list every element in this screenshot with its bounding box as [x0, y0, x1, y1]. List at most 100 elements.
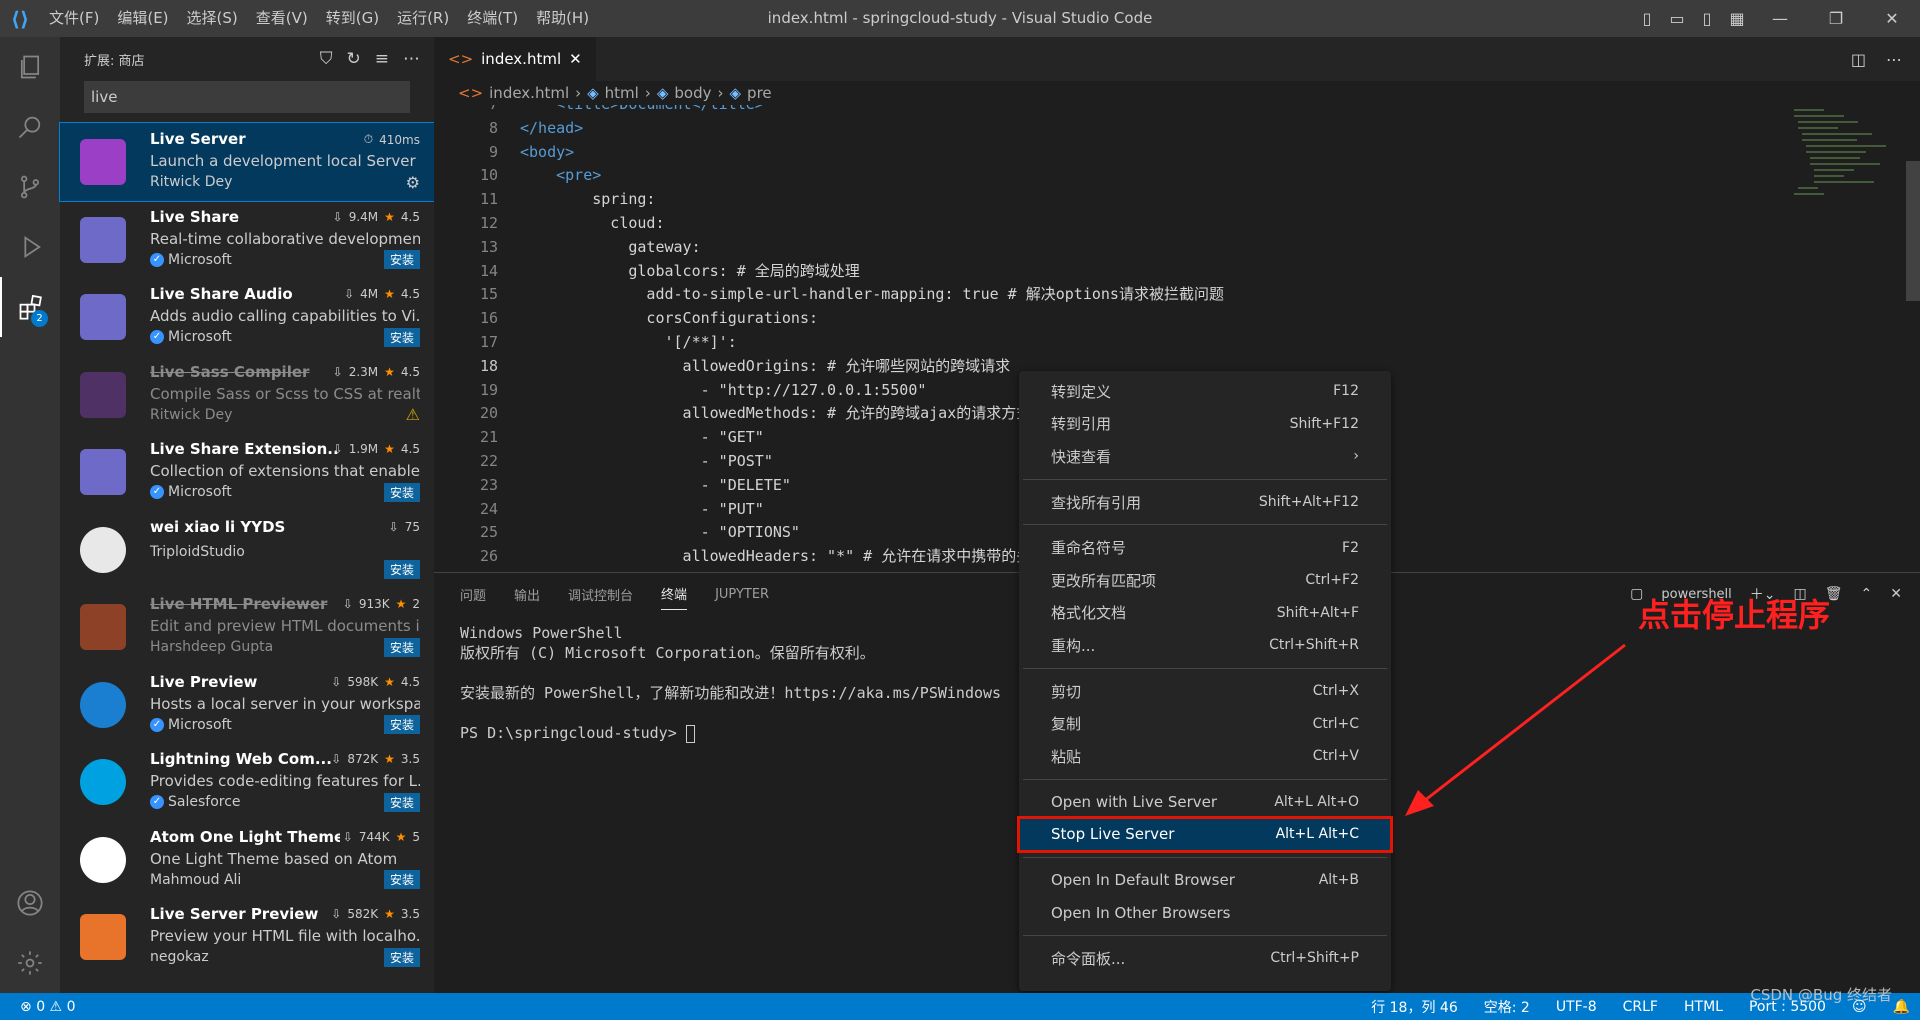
minimize-button[interactable]: —	[1752, 9, 1808, 28]
context-menu-item[interactable]: 转到定义 F12	[1019, 375, 1391, 408]
install-button[interactable]: 安装	[383, 870, 420, 889]
install-button[interactable]: 安装	[383, 792, 420, 812]
tab-index-html[interactable]: <> index.html ✕	[434, 37, 596, 81]
menu-item[interactable]: 查看(V)	[247, 0, 317, 37]
toggle-panel-icon[interactable]: ▭	[1662, 9, 1692, 28]
symbol-icon: ◈	[587, 84, 599, 102]
code-line: - "POST"	[520, 452, 773, 470]
context-menu-item[interactable]: Open with Live Server Alt+L Alt+O	[1019, 786, 1391, 819]
manage-gear-icon[interactable]: ⚙	[406, 173, 420, 192]
extension-item[interactable]: Live Share Extension... Collection of ex…	[60, 433, 434, 511]
publisher-name: Microsoft	[168, 251, 232, 268]
extension-item[interactable]: Lightning Web Com... Provides code-editi…	[60, 743, 434, 821]
install-button[interactable]: 安装	[383, 250, 420, 269]
source-control-icon[interactable]	[0, 157, 60, 217]
status-encoding[interactable]: UTF-8	[1556, 999, 1597, 1015]
panel-tab[interactable]: 终端	[661, 584, 688, 610]
status-indent[interactable]: 空格: 2	[1484, 997, 1530, 1017]
split-editor-icon[interactable]: ◫	[1851, 50, 1866, 69]
context-menu-item[interactable]: 粘贴 Ctrl+V	[1019, 740, 1391, 773]
breadcrumb-item[interactable]: body	[674, 84, 711, 102]
context-menu-item[interactable]: Open In Other Browsers	[1019, 896, 1391, 929]
run-debug-icon[interactable]	[0, 217, 60, 277]
close-window-button[interactable]: ✕	[1864, 9, 1920, 28]
clear-results-icon[interactable]: ≡	[375, 49, 389, 69]
status-eol[interactable]: CRLF	[1623, 999, 1658, 1015]
menu-separator	[1023, 778, 1387, 780]
maximize-panel-icon[interactable]: ⌃	[1861, 586, 1873, 602]
filter-icon[interactable]: ⛉	[320, 49, 333, 69]
close-tab-icon[interactable]: ✕	[569, 50, 582, 68]
extension-item[interactable]: Live Share Audio Adds audio calling capa…	[60, 278, 434, 356]
menu-bar: 文件(F) 编辑(E) 选择(S) 查看(V) 转到(G) 运行(R) 终端(T) 帮助(H)	[40, 0, 598, 37]
context-menu-item[interactable]: 重构... Ctrl+Shift+R	[1019, 629, 1391, 662]
context-menu-item[interactable]: 更改所有匹配项 Ctrl+F2	[1019, 564, 1391, 597]
menu-item[interactable]: 选择(S)	[178, 0, 247, 37]
menu-item-label: 粘贴	[1051, 747, 1082, 766]
extension-item[interactable]: Live Server Preview Preview your HTML fi…	[60, 898, 434, 976]
breadcrumb-item[interactable]: pre	[747, 84, 772, 102]
refresh-icon[interactable]: ↻	[347, 49, 361, 69]
breadcrumb-item[interactable]: index.html	[489, 84, 569, 102]
context-menu-item[interactable]: 命令面板... Ctrl+Shift+P	[1019, 942, 1391, 975]
context-menu-item[interactable]: 查找所有引用 Shift+Alt+F12	[1019, 486, 1391, 519]
toggle-sidebar-icon[interactable]: ▯	[1632, 9, 1662, 28]
breadcrumb-item[interactable]: html	[605, 84, 639, 102]
code-line: <body>	[520, 142, 575, 161]
close-panel-icon[interactable]: ✕	[1890, 586, 1902, 602]
extension-item[interactable]: Live HTML Previewer Edit and preview HTM…	[60, 588, 434, 666]
customize-layout-icon[interactable]: ▦	[1722, 9, 1752, 28]
context-menu-item[interactable]: Stop Live Server Alt+L Alt+C	[1017, 816, 1393, 853]
menu-item[interactable]: 终端(T)	[458, 0, 527, 37]
install-button[interactable]: 安装	[383, 482, 420, 502]
context-menu-item[interactable]: 重命名符号 F2	[1019, 531, 1391, 564]
editor-scrollbar[interactable]	[1906, 161, 1920, 301]
install-button[interactable]: 安装	[383, 715, 420, 734]
editor-more-icon[interactable]: ⋯	[1886, 50, 1902, 69]
restore-button[interactable]: ❐	[1808, 9, 1864, 28]
symbol-icon: ◈	[656, 84, 669, 102]
extension-search-input[interactable]: live	[84, 81, 410, 113]
context-menu-item[interactable]: 转到引用 Shift+F12	[1019, 408, 1391, 441]
context-menu-item[interactable]: 格式化文档 Shift+Alt+F	[1019, 597, 1391, 630]
context-menu-item[interactable]: 复制 Ctrl+C	[1019, 707, 1391, 740]
panel-tab[interactable]: 问题	[460, 585, 486, 604]
panel-tab[interactable]: 调试控制台	[568, 585, 633, 604]
context-menu-item[interactable]: 快速查看 ›	[1019, 440, 1391, 473]
extension-item[interactable]: wei xiao li YYDS TriploidStudio ⇩ 75 安装	[60, 511, 434, 589]
explorer-icon[interactable]	[0, 37, 60, 97]
extension-item[interactable]: Atom One Light Theme One Light Theme bas…	[60, 821, 434, 899]
extensions-icon[interactable]: 2	[0, 277, 60, 337]
install-button[interactable]: 安装	[383, 637, 420, 657]
toggle-secondary-sidebar-icon[interactable]: ▯	[1692, 9, 1722, 28]
menu-item[interactable]: 编辑(E)	[108, 0, 177, 37]
search-icon[interactable]	[0, 97, 60, 157]
breadcrumb-separator: ›	[575, 84, 582, 102]
more-actions-icon[interactable]: ⋯	[403, 49, 420, 69]
settings-gear-icon[interactable]	[0, 933, 60, 993]
notifications-icon[interactable]: 🔔	[1893, 999, 1910, 1015]
context-menu-item[interactable]: Open In Default Browser Alt+B	[1019, 864, 1391, 897]
install-button[interactable]: 安装	[383, 327, 420, 347]
context-menu-item[interactable]: 剪切 Ctrl+X	[1019, 675, 1391, 708]
watermark: CSDN @Bug 终结者	[1750, 986, 1892, 1004]
menu-item[interactable]: 转到(G)	[317, 0, 388, 37]
panel-tab[interactable]: 输出	[514, 585, 540, 604]
extension-item[interactable]: Live Preview Hosts a local server in you…	[60, 666, 434, 744]
stat-value: 744K	[358, 829, 390, 844]
install-button[interactable]: 安装	[383, 560, 420, 579]
account-icon[interactable]	[0, 873, 60, 933]
status-bar: ⊗ 0 ⚠ 0 行 18，列 46 空格: 2 UTF-8 CRLF HTML …	[0, 993, 1920, 1020]
menu-item[interactable]: 文件(F)	[40, 0, 108, 37]
status-position[interactable]: 行 18，列 46	[1371, 997, 1458, 1017]
install-button[interactable]: 安装	[383, 947, 420, 967]
menu-item[interactable]: 运行(R)	[388, 0, 458, 37]
menu-item[interactable]: 帮助(H)	[527, 0, 598, 37]
status-language[interactable]: HTML	[1684, 999, 1723, 1015]
extension-item[interactable]: Live Sass Compiler Compile Sass or Scss …	[60, 356, 434, 434]
code-line: '[/**]':	[520, 333, 737, 351]
status-problems[interactable]: ⊗ 0 ⚠ 0	[0, 999, 75, 1015]
extension-item[interactable]: Live Share Real-time collaborative devel…	[60, 201, 434, 279]
panel-tab[interactable]: JUPYTER	[715, 587, 769, 602]
extension-item[interactable]: Live Server Launch a development local S…	[59, 122, 435, 202]
